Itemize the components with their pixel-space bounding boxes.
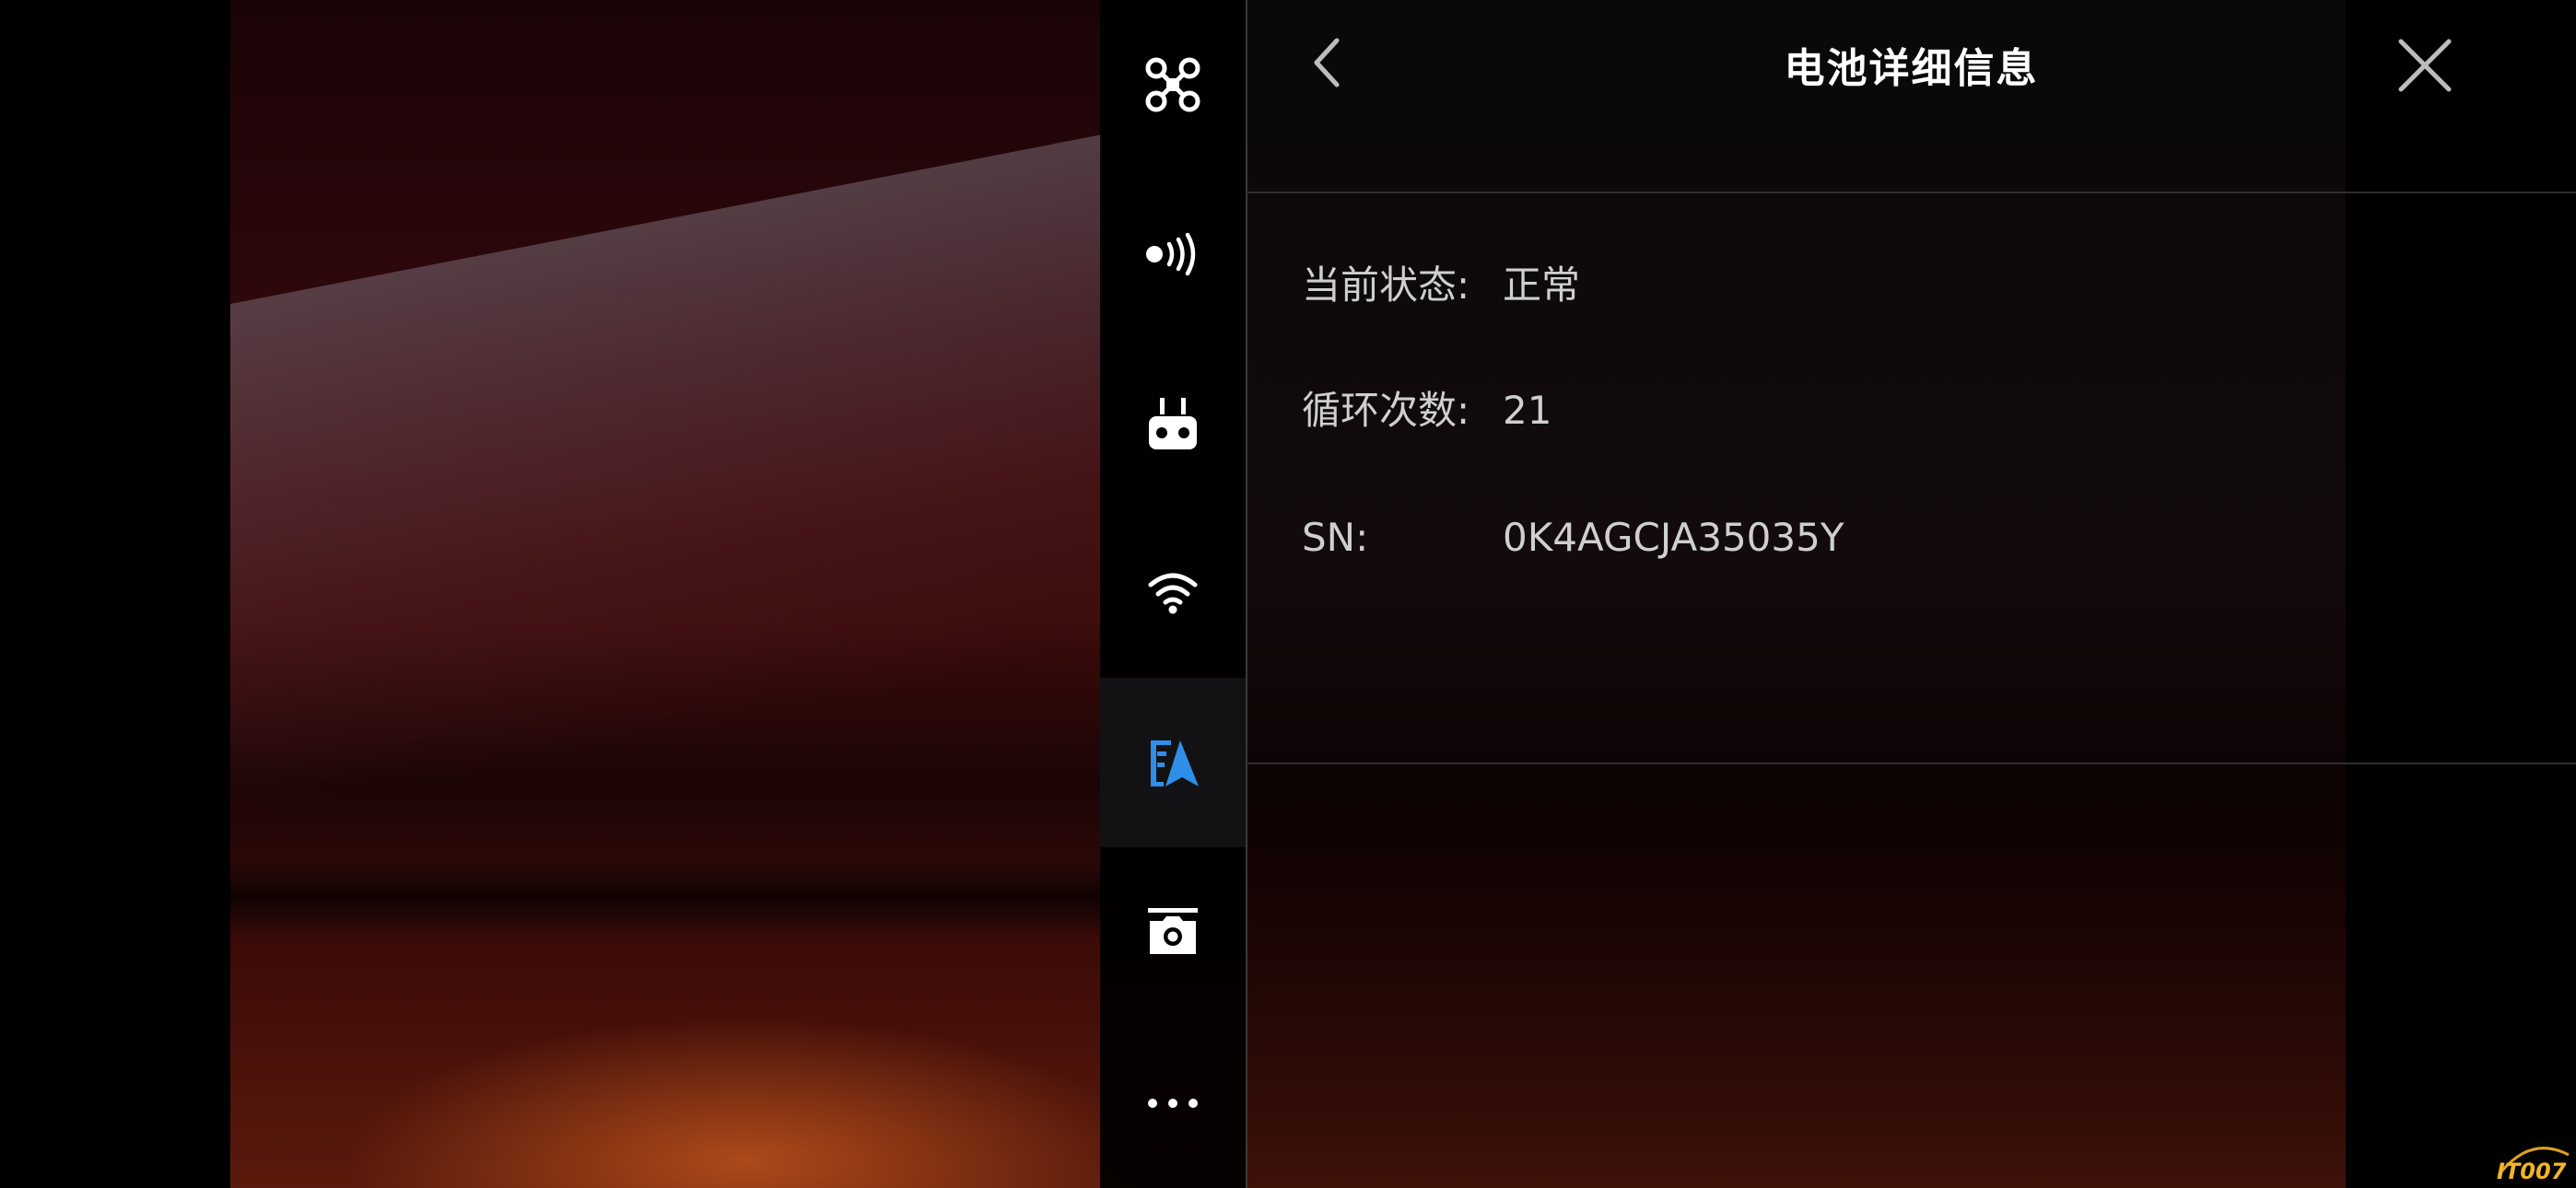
serial-number-value: 0K4AGCJA35035Y [1503,515,1844,560]
camera-icon [1146,906,1200,958]
camera-scene-band [230,124,1152,820]
rail-item-battery[interactable] [1100,678,1246,847]
rail-item-more[interactable] [1100,1019,1246,1188]
panel-header: 电池详细信息 [1247,0,2576,193]
serial-number-label: SN: [1302,515,1369,560]
svg-text:IT007: IT007 [2497,1159,2567,1184]
battery-icon [1145,735,1200,790]
status-label: 当前状态: [1302,262,1470,308]
more-icon [1145,1097,1200,1110]
rail-item-signal[interactable] [1100,169,1246,339]
signal-icon [1143,231,1202,277]
page-title: 电池详细信息 [1784,45,2039,92]
serial-number-row: SN: 0K4AGCJA35035Y [1302,510,2518,565]
status-row: 当前状态: 正常 [1302,258,2518,313]
settings-side-rail [1100,0,1247,1188]
status-value: 正常 [1503,262,1581,308]
camera-scene-shadow [230,856,1152,939]
rail-item-aircraft[interactable] [1100,0,1246,169]
app-screen: 电池详细信息 当前状态: 正常 循环次数: 21 SN: 0K4AGCJA350… [0,0,2576,1188]
panel-divider [1247,763,2576,764]
drone-icon [1143,55,1202,114]
close-button[interactable] [2383,26,2466,109]
remote-controller-icon [1147,396,1199,451]
cycle-count-label: 循环次数: [1302,388,1470,433]
close-icon [2397,38,2453,97]
rail-item-gimbal-camera[interactable] [1100,847,1246,1017]
cycle-count-row: 循环次数: 21 [1302,383,2518,438]
watermark-logo: IT007 [2493,1138,2572,1184]
cycle-count-value: 21 [1503,388,1552,433]
rail-item-image-transmission[interactable] [1100,508,1246,678]
battery-detail-panel: 电池详细信息 当前状态: 正常 循环次数: 21 SN: 0K4AGCJA350… [1247,0,2576,1188]
wifi-icon [1147,572,1199,614]
rail-item-remote-controller[interactable] [1100,339,1246,508]
